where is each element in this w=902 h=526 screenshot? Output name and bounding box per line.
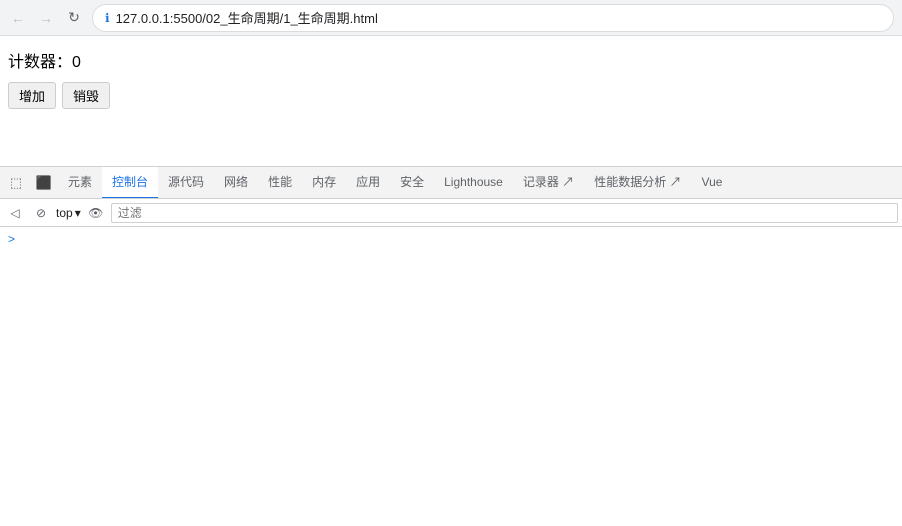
tab-performance[interactable]: 性能 bbox=[258, 167, 302, 199]
back-button[interactable]: ← bbox=[8, 8, 28, 28]
button-group: 增加 销毁 bbox=[8, 82, 894, 109]
url-text: 127.0.0.1:5500/02_生命周期/1_生命周期.html bbox=[116, 8, 378, 27]
inspect-element-button[interactable]: ⬚ bbox=[2, 169, 30, 197]
devtools-panel: ⬚ ⬛ 元素 控制台 源代码 网络 性能 内存 应用 安全 Lighthouse… bbox=[0, 166, 902, 307]
tab-vue[interactable]: Vue bbox=[692, 167, 733, 199]
address-bar[interactable]: ℹ 127.0.0.1:5500/02_生命周期/1_生命周期.html bbox=[92, 4, 894, 32]
console-output: > bbox=[0, 227, 902, 307]
tab-sources[interactable]: 源代码 bbox=[158, 167, 214, 199]
eye-icon: 👁 bbox=[88, 206, 103, 220]
device-icon: ⬛ bbox=[36, 175, 52, 191]
sidebar-toggle-button[interactable]: ◁ bbox=[4, 202, 26, 224]
device-toolbar-button[interactable]: ⬛ bbox=[30, 169, 58, 197]
console-arrow[interactable]: > bbox=[8, 232, 15, 246]
destroy-button[interactable]: 销毁 bbox=[62, 82, 110, 109]
tab-network[interactable]: 网络 bbox=[214, 167, 258, 199]
clear-icon: ⊘ bbox=[36, 206, 46, 220]
dropdown-icon: ▾ bbox=[75, 206, 81, 220]
context-select[interactable]: top ▾ bbox=[56, 206, 81, 220]
context-label: top bbox=[56, 206, 73, 220]
clear-console-button[interactable]: ⊘ bbox=[30, 202, 52, 224]
forward-icon: → bbox=[39, 10, 53, 26]
eye-button[interactable]: 👁 bbox=[85, 202, 107, 224]
page-content: 计数器：0 增加 销毁 bbox=[0, 36, 902, 166]
tab-application[interactable]: 应用 bbox=[346, 167, 390, 199]
tab-elements[interactable]: 元素 bbox=[58, 167, 102, 199]
console-toolbar: ◁ ⊘ top ▾ 👁 bbox=[0, 199, 902, 227]
devtools-tabs: ⬚ ⬛ 元素 控制台 源代码 网络 性能 内存 应用 安全 Lighthouse… bbox=[0, 167, 902, 199]
tab-lighthouse[interactable]: Lighthouse bbox=[434, 167, 513, 199]
inspect-icon: ⬚ bbox=[10, 175, 22, 191]
filter-input[interactable] bbox=[111, 203, 898, 223]
counter-label: 计数器：0 bbox=[8, 48, 894, 72]
back-icon: ← bbox=[11, 10, 25, 26]
sidebar-toggle-icon: ◁ bbox=[10, 206, 19, 220]
add-button[interactable]: 增加 bbox=[8, 82, 56, 109]
tab-security[interactable]: 安全 bbox=[390, 167, 434, 199]
tab-console[interactable]: 控制台 bbox=[102, 167, 158, 199]
forward-button[interactable]: → bbox=[36, 8, 56, 28]
reload-icon: ↻ bbox=[68, 9, 80, 26]
reload-button[interactable]: ↻ bbox=[64, 8, 84, 28]
tab-perf-insights[interactable]: 性能数据分析 ↗ bbox=[584, 167, 691, 199]
info-icon: ℹ bbox=[105, 11, 110, 25]
tab-memory[interactable]: 内存 bbox=[302, 167, 346, 199]
tab-recorder[interactable]: 记录器 ↗ bbox=[513, 167, 584, 199]
browser-chrome: ← → ↻ ℹ 127.0.0.1:5500/02_生命周期/1_生命周期.ht… bbox=[0, 0, 902, 36]
